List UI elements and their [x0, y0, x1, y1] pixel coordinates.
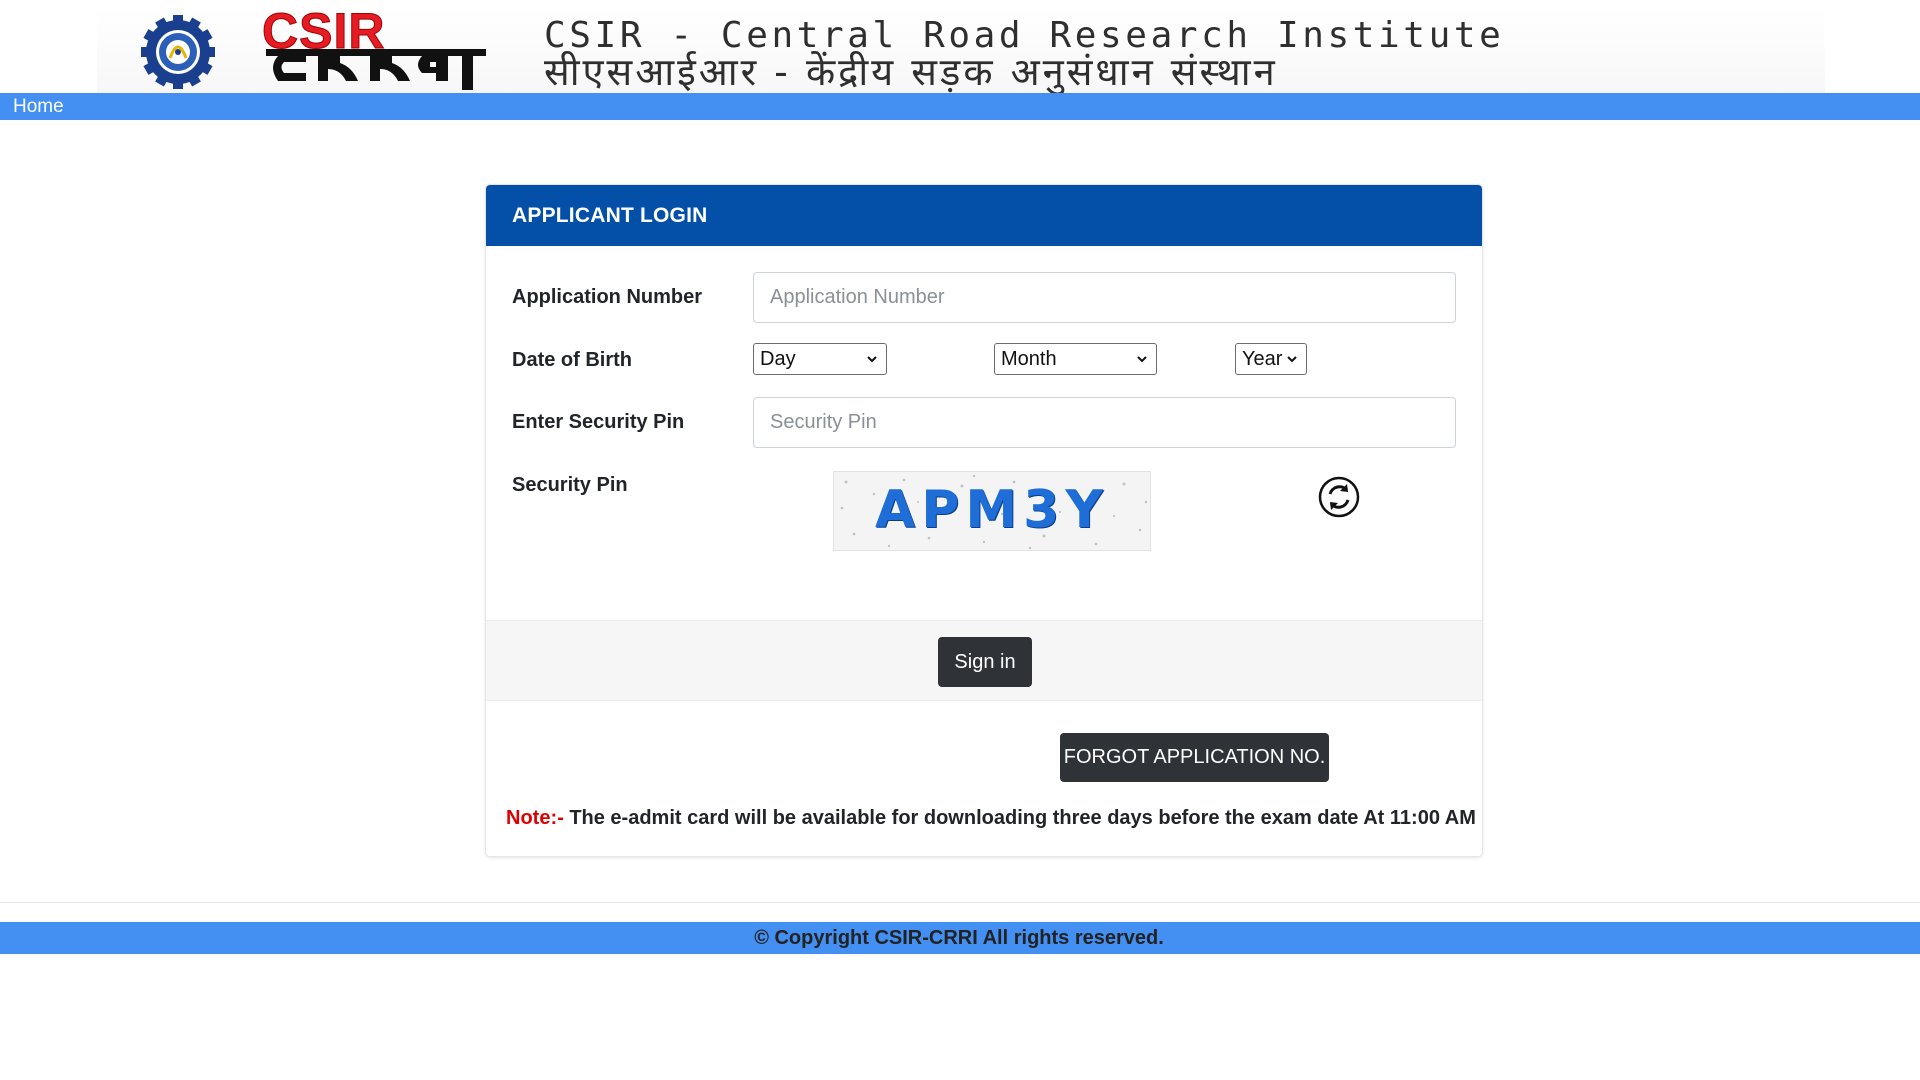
- chevron-down-icon: [1287, 356, 1297, 363]
- applicant-login-card: APPLICANT LOGIN Application Number Date …: [485, 184, 1483, 857]
- admit-card-note: Note:- The e-admit card will be availabl…: [506, 806, 1476, 830]
- forgot-application-number-button[interactable]: FORGOT APPLICATION NO.: [1060, 733, 1329, 782]
- captcha-text: APM3Y: [875, 480, 1109, 540]
- chevron-down-icon: [1137, 356, 1147, 363]
- crri-devanagari-logo-icon: [266, 49, 486, 90]
- csir-gear-logo-icon: [141, 15, 215, 89]
- site-banner: CSIR CSIR - Central Road Research Instit…: [97, 5, 1825, 94]
- footer-divider: [0, 902, 1920, 903]
- refresh-captcha-icon[interactable]: [1318, 476, 1360, 518]
- dob-year-select[interactable]: Year: [1235, 343, 1307, 375]
- application-number-input[interactable]: [753, 272, 1456, 323]
- enter-security-pin-label: Enter Security Pin: [512, 411, 685, 433]
- logo-crri-text: [266, 45, 486, 99]
- sign-in-button[interactable]: Sign in: [938, 637, 1032, 687]
- dob-day-selected: Day: [760, 348, 796, 370]
- date-of-birth-label: Date of Birth: [512, 349, 632, 371]
- csir-crri-logo: CSIR: [261, 5, 492, 93]
- chevron-down-icon: [867, 356, 877, 363]
- dob-month-selected: Month: [1001, 348, 1057, 370]
- captcha-image: APM3Y: [833, 471, 1151, 551]
- captcha-label: Security Pin: [512, 474, 628, 496]
- security-pin-input[interactable]: [753, 397, 1456, 448]
- card-header-title: APPLICANT LOGIN: [512, 204, 708, 227]
- application-number-label: Application Number: [512, 286, 703, 308]
- dob-day-select[interactable]: Day: [753, 343, 887, 375]
- top-navbar: Home: [0, 93, 1920, 120]
- nav-home-link[interactable]: Home: [13, 95, 64, 118]
- note-prefix: Note:-: [506, 807, 564, 829]
- signin-footer: Sign in: [486, 620, 1482, 701]
- card-header: APPLICANT LOGIN: [486, 185, 1482, 246]
- dob-year-selected: Year: [1242, 348, 1283, 370]
- note-text: The e-admit card will be available for d…: [563, 807, 1476, 829]
- site-footer: © Copyright CSIR-CRRI All rights reserve…: [0, 922, 1920, 954]
- copyright-text: © Copyright CSIR-CRRI All rights reserve…: [754, 927, 1164, 949]
- banner-title-hindi: सीएसआईआर - केंद्रीय सड़क अनुसंधान संस्था…: [544, 50, 1278, 94]
- dob-month-select[interactable]: Month: [994, 343, 1157, 375]
